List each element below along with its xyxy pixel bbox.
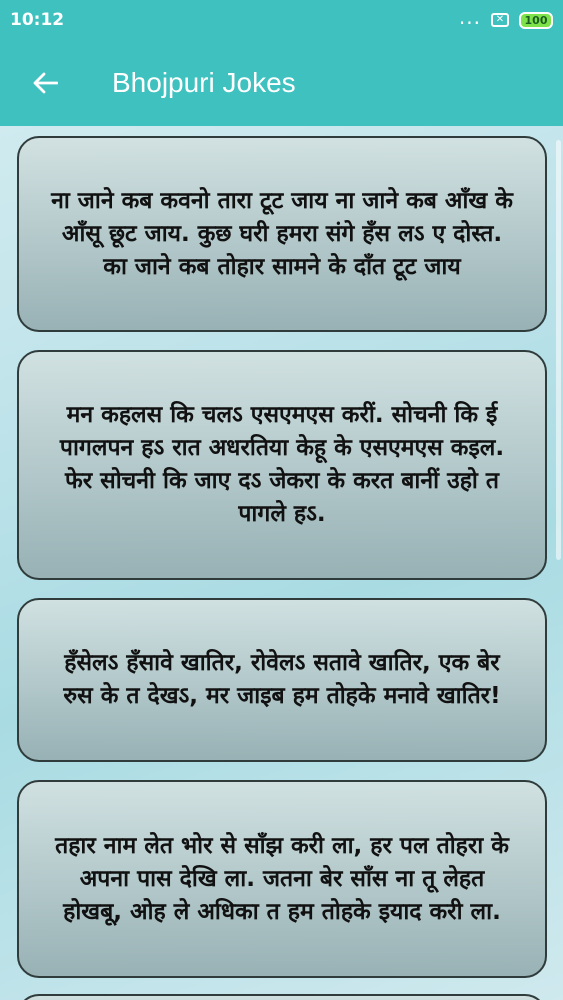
joke-card[interactable]: तहार नाम लेत भोर से साँझ करी ला, हर पल त… [17,780,547,978]
app-bar: Bhojpuri Jokes [0,40,563,126]
joke-card-partial[interactable] [17,994,547,1000]
status-time: 10:12 [10,10,65,30]
back-button[interactable] [20,58,70,108]
no-sim-icon: ✕ [491,13,509,27]
arrow-left-icon [33,72,58,94]
joke-text: तहार नाम लेत भोर से साँझ करी ला, हर पल त… [55,832,509,925]
status-icons: ... ✕ 100 [459,7,553,29]
joke-text: ना जाने कब कवनो तारा टूट जाय ना जाने कब … [51,187,513,280]
notification-dots-icon: ... [458,5,481,29]
joke-card[interactable]: हँसेलऽ हँसावे खातिर, रोवेलऽ सतावे खातिर,… [17,598,547,762]
battery-icon: 100 [519,11,553,29]
joke-text: मन कहलस कि चलऽ एसएमएस करीं. सोचनी कि ई प… [59,402,505,527]
joke-text: हँसेलऽ हँसावे खातिर, रोवेलऽ सतावे खातिर,… [63,650,501,709]
joke-card[interactable]: ना जाने कब कवनो तारा टूट जाय ना जाने कब … [17,136,547,332]
joke-card[interactable]: मन कहलस कि चलऽ एसएमएस करीं. सोचनी कि ई प… [17,350,547,580]
status-bar: 10:12 ... ✕ 100 [0,0,563,40]
scrollbar[interactable] [556,140,561,560]
jokes-list[interactable]: ना जाने कब कवनो तारा टूट जाय ना जाने कब … [0,126,563,1000]
top-bar: 10:12 ... ✕ 100 Bhojpuri Jokes [0,0,563,126]
app-title: Bhojpuri Jokes [112,67,296,98]
